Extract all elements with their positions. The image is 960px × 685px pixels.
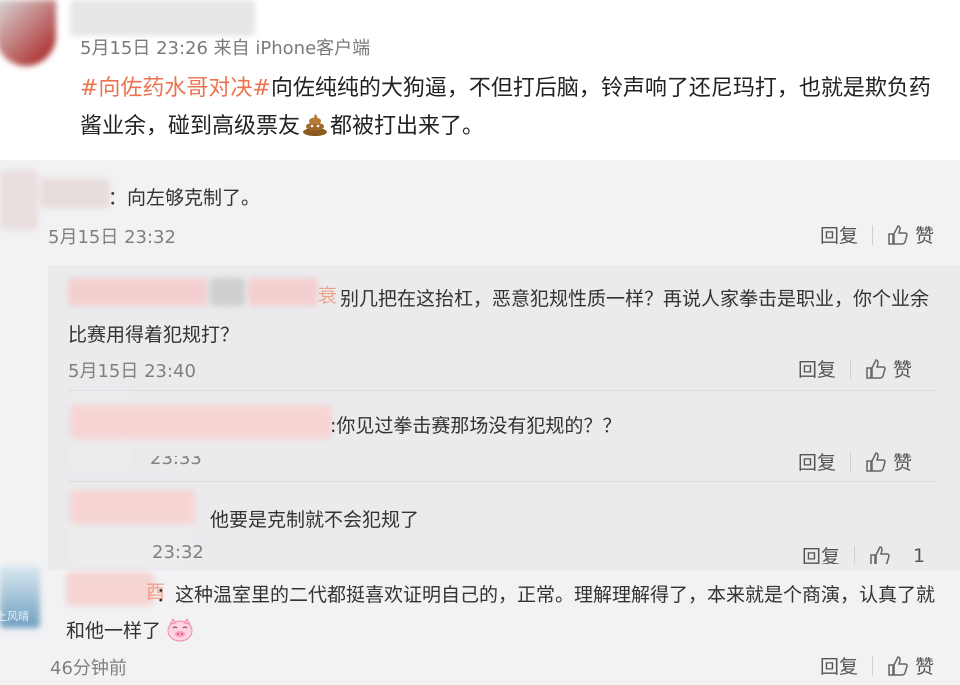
comment-actions: 回复 赞 [820, 652, 934, 679]
reply-button[interactable]: 回复 [798, 448, 836, 475]
action-divider [872, 224, 874, 245]
post-timestamp-source: 5月15日 23:26 来自 iPhone客户端 [80, 38, 371, 59]
hashtag-link[interactable]: #向佐药水哥对决# [80, 76, 271, 101]
thumbs-up-icon[interactable] [869, 545, 891, 565]
poop-emoji-icon [303, 114, 328, 136]
thumbs-up-icon[interactable] [887, 224, 909, 246]
reply-text: 别几把在这抬杠，恶意犯规性质一样？再说人家拳击是职业，你个业余比赛用得着犯规打？ [68, 288, 930, 346]
comment-text-content: ：这种温室里的二代都挺喜欢证明自己的，正常。理解理解得了，本来就是个商演，认真了… [66, 584, 936, 642]
like-button[interactable]: 赞 [893, 355, 912, 382]
reply-button[interactable]: 回复 [820, 221, 858, 248]
thumbs-up-icon[interactable] [865, 358, 887, 380]
comment-text: ：向左够克制了。 [108, 187, 261, 209]
reply-actions-clipped: 回复 1 [800, 540, 950, 564]
action-divider [850, 358, 852, 379]
blurred-username [40, 178, 110, 208]
blurred-avatar [0, 170, 38, 230]
comment-actions: 回复 赞 [820, 221, 934, 248]
reply-button[interactable]: 回复 [802, 542, 840, 564]
divider [68, 481, 938, 482]
blurred-username [70, 405, 332, 439]
reply-timestamp: 5月15日 23:40 [68, 361, 196, 382]
reply-timestamp-clipped: 23:33 [150, 456, 202, 469]
comment-timestamp: 46分钟前 [50, 658, 127, 679]
like-count: 1 [913, 544, 926, 565]
comment-text: ：这种温室里的二代都挺喜欢证明自己的，正常。理解理解得了，本来就是个商演，认真了… [66, 577, 946, 649]
like-button[interactable]: 赞 [915, 221, 934, 248]
reply-text: 他要是克制就不会犯规了 [210, 509, 420, 531]
avatar-caption: 上风晴 [0, 610, 29, 623]
reply-timestamp: 23:32 [152, 542, 204, 563]
like-button[interactable]: 赞 [915, 652, 934, 679]
action-divider [850, 451, 852, 472]
post-text: #向佐药水哥对决#向佐纯纯的大狗逼，不但打后脑，铃声响了还尼玛打，也就是欺负药酱… [80, 70, 950, 146]
reply-button[interactable]: 回复 [820, 652, 858, 679]
blurred-username [70, 490, 195, 524]
post-text-part2: 都被打出来了。 [330, 114, 485, 139]
blurred-avatar [0, 0, 56, 66]
weibo-post: 5月15日 23:26 来自 iPhone客户端 #向佐药水哥对决#向佐纯纯的大… [0, 0, 960, 158]
reply-text: :你见过拳击赛那场没有犯规的？？ [330, 415, 622, 437]
action-divider [872, 655, 874, 676]
thumbs-up-icon[interactable] [865, 451, 887, 473]
action-divider [854, 545, 856, 564]
reply-actions: 回复 赞 [798, 355, 912, 382]
like-button[interactable]: 赞 [893, 448, 912, 475]
thumbs-up-icon[interactable] [887, 655, 909, 677]
blurred-username [70, 0, 255, 36]
pig-emoji-icon [167, 618, 193, 642]
reply-actions: 回复 赞 [798, 448, 912, 475]
reply-button[interactable]: 回复 [798, 355, 836, 382]
comment-timestamp: 5月15日 23:32 [48, 227, 176, 248]
divider [68, 390, 938, 391]
